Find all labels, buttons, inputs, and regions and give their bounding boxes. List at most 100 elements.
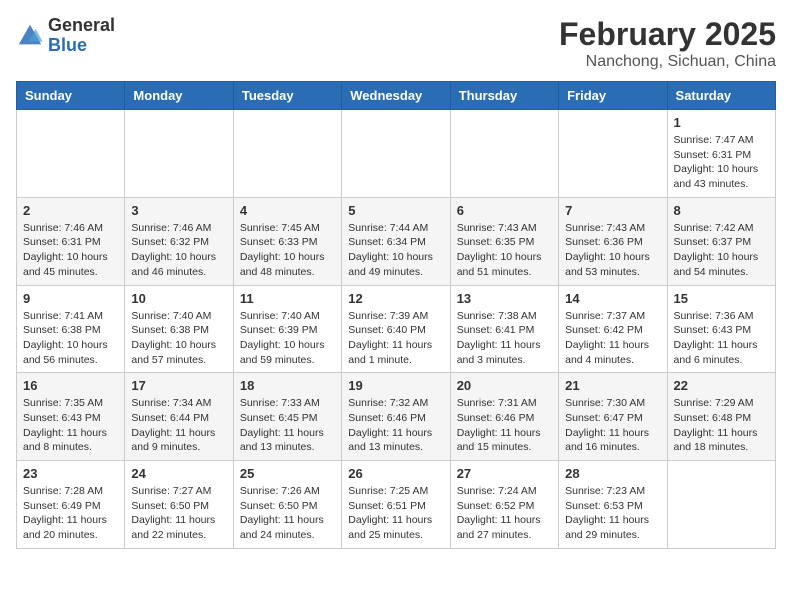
calendar-cell: 13Sunrise: 7:38 AM Sunset: 6:41 PM Dayli… <box>450 285 558 373</box>
calendar-cell: 4 Sunrise: 7:45 AM Sunset: 6:33 PM Daylig… <box>233 197 341 285</box>
calendar-cell: 12 Sunrise: 7:39 AM Sunset: 6:40 PM Dayli… <box>342 285 450 373</box>
day-number: 28 <box>565 466 660 481</box>
calendar-cell: 1 Sunrise: 7:47 AM Sunset: 6:31 PM Daylig… <box>667 110 775 198</box>
day-info: Sunrise: 7:44 AM Sunset: 6:34 PM Dayligh… <box>348 221 443 280</box>
calendar-cell: 23 Sunrise: 7:28 AM Sunset: 6:49 PM Dayli… <box>17 461 125 549</box>
day-info: Sunrise: 7:23 AM Sunset: 6:53 PM Dayligh… <box>565 484 660 543</box>
location: Nanchong, Sichuan, China <box>559 53 776 71</box>
calendar-cell <box>342 110 450 198</box>
calendar-cell: 27 Sunrise: 7:24 AM Sunset: 6:52 PM Dayli… <box>450 461 558 549</box>
day-info: Sunrise: 7:39 AM Sunset: 6:40 PM Dayligh… <box>348 309 443 368</box>
day-number: 12 <box>348 291 443 306</box>
day-number: 9 <box>23 291 118 306</box>
day-number: 3 <box>131 203 226 218</box>
day-number: 10 <box>131 291 226 306</box>
day-info: Sunrise: 7:41 AM Sunset: 6:38 PM Dayligh… <box>23 309 118 368</box>
day-number: 2 <box>23 203 118 218</box>
calendar-cell <box>450 110 558 198</box>
calendar-cell: 26 Sunrise: 7:25 AM Sunset: 6:51 PM Dayli… <box>342 461 450 549</box>
calendar-cell: 22 Sunrise: 7:29 AM Sunset: 6:48 PM Dayli… <box>667 373 775 461</box>
calendar-cell: 10 Sunrise: 7:40 AM Sunset: 6:38 PM Dayli… <box>125 285 233 373</box>
day-number: 8 <box>674 203 769 218</box>
calendar-cell <box>233 110 341 198</box>
calendar-cell: 15 Sunrise: 7:36 AM Sunset: 6:43 PM Dayli… <box>667 285 775 373</box>
day-info: Sunrise: 7:26 AM Sunset: 6:50 PM Dayligh… <box>240 484 335 543</box>
day-info: Sunrise: 7:33 AM Sunset: 6:45 PM Dayligh… <box>240 396 335 455</box>
day-info: Sunrise: 7:25 AM Sunset: 6:51 PM Dayligh… <box>348 484 443 543</box>
calendar-cell: 18 Sunrise: 7:33 AM Sunset: 6:45 PM Dayli… <box>233 373 341 461</box>
logo-text: General Blue <box>48 16 115 56</box>
day-info: Sunrise: 7:47 AM Sunset: 6:31 PM Dayligh… <box>674 133 769 192</box>
day-number: 16 <box>23 378 118 393</box>
day-number: 27 <box>457 466 552 481</box>
weekday-header-monday: Monday <box>125 82 233 110</box>
day-info: Sunrise: 7:24 AM Sunset: 6:52 PM Dayligh… <box>457 484 552 543</box>
weekday-header-tuesday: Tuesday <box>233 82 341 110</box>
day-number: 17 <box>131 378 226 393</box>
calendar-cell: 20 Sunrise: 7:31 AM Sunset: 6:46 PM Dayli… <box>450 373 558 461</box>
page-header: General Blue February 2025 Nanchong, Sic… <box>16 16 776 71</box>
day-number: 21 <box>565 378 660 393</box>
day-number: 19 <box>348 378 443 393</box>
calendar-cell: 14 Sunrise: 7:37 AM Sunset: 6:42 PM Dayli… <box>559 285 667 373</box>
calendar-cell: 25 Sunrise: 7:26 AM Sunset: 6:50 PM Dayli… <box>233 461 341 549</box>
weekday-header-friday: Friday <box>559 82 667 110</box>
day-info: Sunrise: 7:32 AM Sunset: 6:46 PM Dayligh… <box>348 396 443 455</box>
day-number: 20 <box>457 378 552 393</box>
calendar-cell: 17 Sunrise: 7:34 AM Sunset: 6:44 PM Dayli… <box>125 373 233 461</box>
calendar-cell <box>559 110 667 198</box>
day-info: Sunrise: 7:40 AM Sunset: 6:39 PM Dayligh… <box>240 309 335 368</box>
calendar-cell: 11 Sunrise: 7:40 AM Sunset: 6:39 PM Dayli… <box>233 285 341 373</box>
day-info: Sunrise: 7:43 AM Sunset: 6:35 PM Dayligh… <box>457 221 552 280</box>
calendar-cell: 19 Sunrise: 7:32 AM Sunset: 6:46 PM Dayli… <box>342 373 450 461</box>
day-number: 26 <box>348 466 443 481</box>
day-number: 23 <box>23 466 118 481</box>
day-info: Sunrise: 7:45 AM Sunset: 6:33 PM Dayligh… <box>240 221 335 280</box>
calendar-cell: 3Sunrise: 7:46 AM Sunset: 6:32 PM Daylig… <box>125 197 233 285</box>
day-info: Sunrise: 7:36 AM Sunset: 6:43 PM Dayligh… <box>674 309 769 368</box>
day-number: 5 <box>348 203 443 218</box>
weekday-header-thursday: Thursday <box>450 82 558 110</box>
logo-icon <box>16 22 44 50</box>
weekday-header-saturday: Saturday <box>667 82 775 110</box>
day-number: 24 <box>131 466 226 481</box>
logo: General Blue <box>16 16 115 56</box>
day-info: Sunrise: 7:28 AM Sunset: 6:49 PM Dayligh… <box>23 484 118 543</box>
day-info: Sunrise: 7:46 AM Sunset: 6:31 PM Dayligh… <box>23 221 118 280</box>
day-number: 22 <box>674 378 769 393</box>
day-info: Sunrise: 7:37 AM Sunset: 6:42 PM Dayligh… <box>565 309 660 368</box>
day-number: 18 <box>240 378 335 393</box>
month-title: February 2025 <box>559 16 776 53</box>
day-number: 6 <box>457 203 552 218</box>
day-info: Sunrise: 7:31 AM Sunset: 6:46 PM Dayligh… <box>457 396 552 455</box>
day-info: Sunrise: 7:30 AM Sunset: 6:47 PM Dayligh… <box>565 396 660 455</box>
calendar-cell: 9 Sunrise: 7:41 AM Sunset: 6:38 PM Daylig… <box>17 285 125 373</box>
day-number: 15 <box>674 291 769 306</box>
calendar-cell <box>125 110 233 198</box>
day-number: 14 <box>565 291 660 306</box>
day-number: 4 <box>240 203 335 218</box>
calendar-cell: 6 Sunrise: 7:43 AM Sunset: 6:35 PM Daylig… <box>450 197 558 285</box>
calendar-cell: 21 Sunrise: 7:30 AM Sunset: 6:47 PM Dayli… <box>559 373 667 461</box>
day-number: 13 <box>457 291 552 306</box>
day-info: Sunrise: 7:43 AM Sunset: 6:36 PM Dayligh… <box>565 221 660 280</box>
calendar-cell: 24Sunrise: 7:27 AM Sunset: 6:50 PM Dayli… <box>125 461 233 549</box>
day-number: 11 <box>240 291 335 306</box>
calendar-table: SundayMondayTuesdayWednesdayThursdayFrid… <box>16 81 776 549</box>
day-info: Sunrise: 7:42 AM Sunset: 6:37 PM Dayligh… <box>674 221 769 280</box>
calendar-cell: 16 Sunrise: 7:35 AM Sunset: 6:43 PM Dayli… <box>17 373 125 461</box>
calendar-cell: 2 Sunrise: 7:46 AM Sunset: 6:31 PM Daylig… <box>17 197 125 285</box>
day-info: Sunrise: 7:29 AM Sunset: 6:48 PM Dayligh… <box>674 396 769 455</box>
calendar-cell: 28 Sunrise: 7:23 AM Sunset: 6:53 PM Dayli… <box>559 461 667 549</box>
calendar-cell <box>667 461 775 549</box>
calendar-cell: 8 Sunrise: 7:42 AM Sunset: 6:37 PM Daylig… <box>667 197 775 285</box>
calendar-cell <box>17 110 125 198</box>
weekday-header-sunday: Sunday <box>17 82 125 110</box>
day-info: Sunrise: 7:35 AM Sunset: 6:43 PM Dayligh… <box>23 396 118 455</box>
weekday-header-wednesday: Wednesday <box>342 82 450 110</box>
day-info: Sunrise: 7:40 AM Sunset: 6:38 PM Dayligh… <box>131 309 226 368</box>
day-info: Sunrise: 7:34 AM Sunset: 6:44 PM Dayligh… <box>131 396 226 455</box>
day-number: 1 <box>674 115 769 130</box>
day-number: 25 <box>240 466 335 481</box>
calendar-cell: 5 Sunrise: 7:44 AM Sunset: 6:34 PM Daylig… <box>342 197 450 285</box>
